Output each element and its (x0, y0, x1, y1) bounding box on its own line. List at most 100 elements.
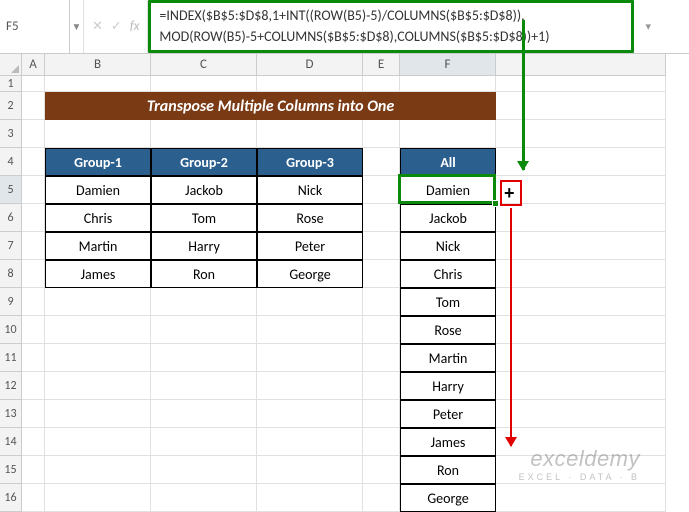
cell[interactable] (22, 344, 45, 372)
cell[interactable] (22, 484, 45, 512)
cell[interactable] (257, 76, 363, 92)
title-banner[interactable]: Transpose Multiple Columns into One (45, 92, 496, 120)
cell[interactable]: Martin (45, 232, 151, 260)
col-header[interactable]: F (400, 54, 496, 76)
cell[interactable] (496, 232, 666, 260)
row-header[interactable]: 2 (0, 92, 22, 120)
cell[interactable] (363, 428, 400, 456)
cell[interactable]: James (400, 428, 496, 456)
select-all-corner[interactable] (0, 54, 22, 76)
cell[interactable] (257, 372, 363, 400)
cell[interactable] (363, 120, 400, 148)
cell[interactable] (22, 232, 45, 260)
cell[interactable] (22, 372, 45, 400)
cell[interactable] (257, 316, 363, 344)
cell[interactable] (257, 120, 363, 148)
cell[interactable]: Rose (400, 316, 496, 344)
cell[interactable] (22, 260, 45, 288)
cell[interactable] (22, 288, 45, 316)
cell[interactable] (151, 316, 257, 344)
cell[interactable] (45, 428, 151, 456)
header-group3[interactable]: Group-3 (257, 148, 363, 176)
col-header[interactable]: E (363, 54, 400, 76)
cell[interactable] (257, 428, 363, 456)
cell[interactable] (151, 344, 257, 372)
cell[interactable] (22, 148, 45, 176)
row-header[interactable]: 3 (0, 120, 22, 148)
cell[interactable]: Ron (400, 456, 496, 484)
cell[interactable] (496, 316, 666, 344)
cell[interactable] (496, 400, 666, 428)
cell[interactable] (45, 120, 151, 148)
cell[interactable] (151, 120, 257, 148)
cell[interactable]: Chris (45, 204, 151, 232)
cell[interactable] (257, 400, 363, 428)
cell[interactable]: Damien (45, 176, 151, 204)
cell[interactable] (151, 400, 257, 428)
cell[interactable] (22, 456, 45, 484)
cell[interactable]: Tom (151, 204, 257, 232)
row-header[interactable]: 14 (0, 428, 22, 456)
cell[interactable]: Jackob (151, 176, 257, 204)
col-header[interactable]: C (151, 54, 257, 76)
cell[interactable] (257, 456, 363, 484)
cell[interactable] (363, 372, 400, 400)
cell[interactable]: Tom (400, 288, 496, 316)
header-group2[interactable]: Group-2 (151, 148, 257, 176)
cell[interactable] (363, 288, 400, 316)
cell[interactable] (400, 120, 496, 148)
row-header[interactable]: 16 (0, 484, 22, 512)
cell[interactable] (400, 76, 496, 92)
row-header[interactable]: 10 (0, 316, 22, 344)
row-header[interactable]: 6 (0, 204, 22, 232)
cell[interactable] (496, 260, 666, 288)
cell[interactable] (22, 428, 45, 456)
cell[interactable] (363, 484, 400, 512)
cell[interactable]: Jackob (400, 204, 496, 232)
cell[interactable] (363, 76, 400, 92)
cell[interactable]: Martin (400, 344, 496, 372)
cell[interactable] (22, 316, 45, 344)
cell[interactable] (45, 372, 151, 400)
col-header[interactable]: B (45, 54, 151, 76)
row-header[interactable]: 4 (0, 148, 22, 176)
row-header[interactable]: 7 (0, 232, 22, 260)
name-box-dropdown-icon[interactable]: ▼ (70, 0, 84, 53)
fill-handle[interactable] (492, 200, 499, 207)
name-box[interactable]: F5 (0, 0, 70, 53)
row-header[interactable]: 11 (0, 344, 22, 372)
formula-input[interactable]: =INDEX($B$5:$D$8,1+INT((ROW(B5)-5)/COLUM… (148, 0, 634, 53)
row-header[interactable]: 12 (0, 372, 22, 400)
cell[interactable]: Harry (151, 232, 257, 260)
cell[interactable] (45, 316, 151, 344)
row-header[interactable]: 9 (0, 288, 22, 316)
cell[interactable]: George (257, 260, 363, 288)
cell[interactable]: Peter (400, 400, 496, 428)
cell[interactable] (45, 400, 151, 428)
cell[interactable] (45, 344, 151, 372)
cell[interactable] (496, 204, 666, 232)
cell[interactable] (363, 344, 400, 372)
header-group1[interactable]: Group-1 (45, 148, 151, 176)
cell[interactable] (363, 148, 400, 176)
cell[interactable]: Peter (257, 232, 363, 260)
cell[interactable]: Chris (400, 260, 496, 288)
fx-icon[interactable]: fx (130, 19, 140, 34)
cell[interactable] (22, 76, 45, 92)
cell[interactable] (363, 456, 400, 484)
cell[interactable] (22, 176, 45, 204)
cell[interactable]: Nick (257, 176, 363, 204)
row-header[interactable]: 8 (0, 260, 22, 288)
header-all[interactable]: All (400, 148, 496, 176)
cell[interactable]: Ron (151, 260, 257, 288)
cell[interactable]: Nick (400, 232, 496, 260)
cell[interactable] (22, 92, 45, 120)
cell[interactable] (257, 484, 363, 512)
cell[interactable] (363, 316, 400, 344)
cell[interactable]: James (45, 260, 151, 288)
cell[interactable] (496, 344, 666, 372)
cell-F5[interactable]: Damien (400, 176, 496, 204)
cell[interactable] (151, 428, 257, 456)
cell[interactable] (151, 484, 257, 512)
cell[interactable] (22, 204, 45, 232)
